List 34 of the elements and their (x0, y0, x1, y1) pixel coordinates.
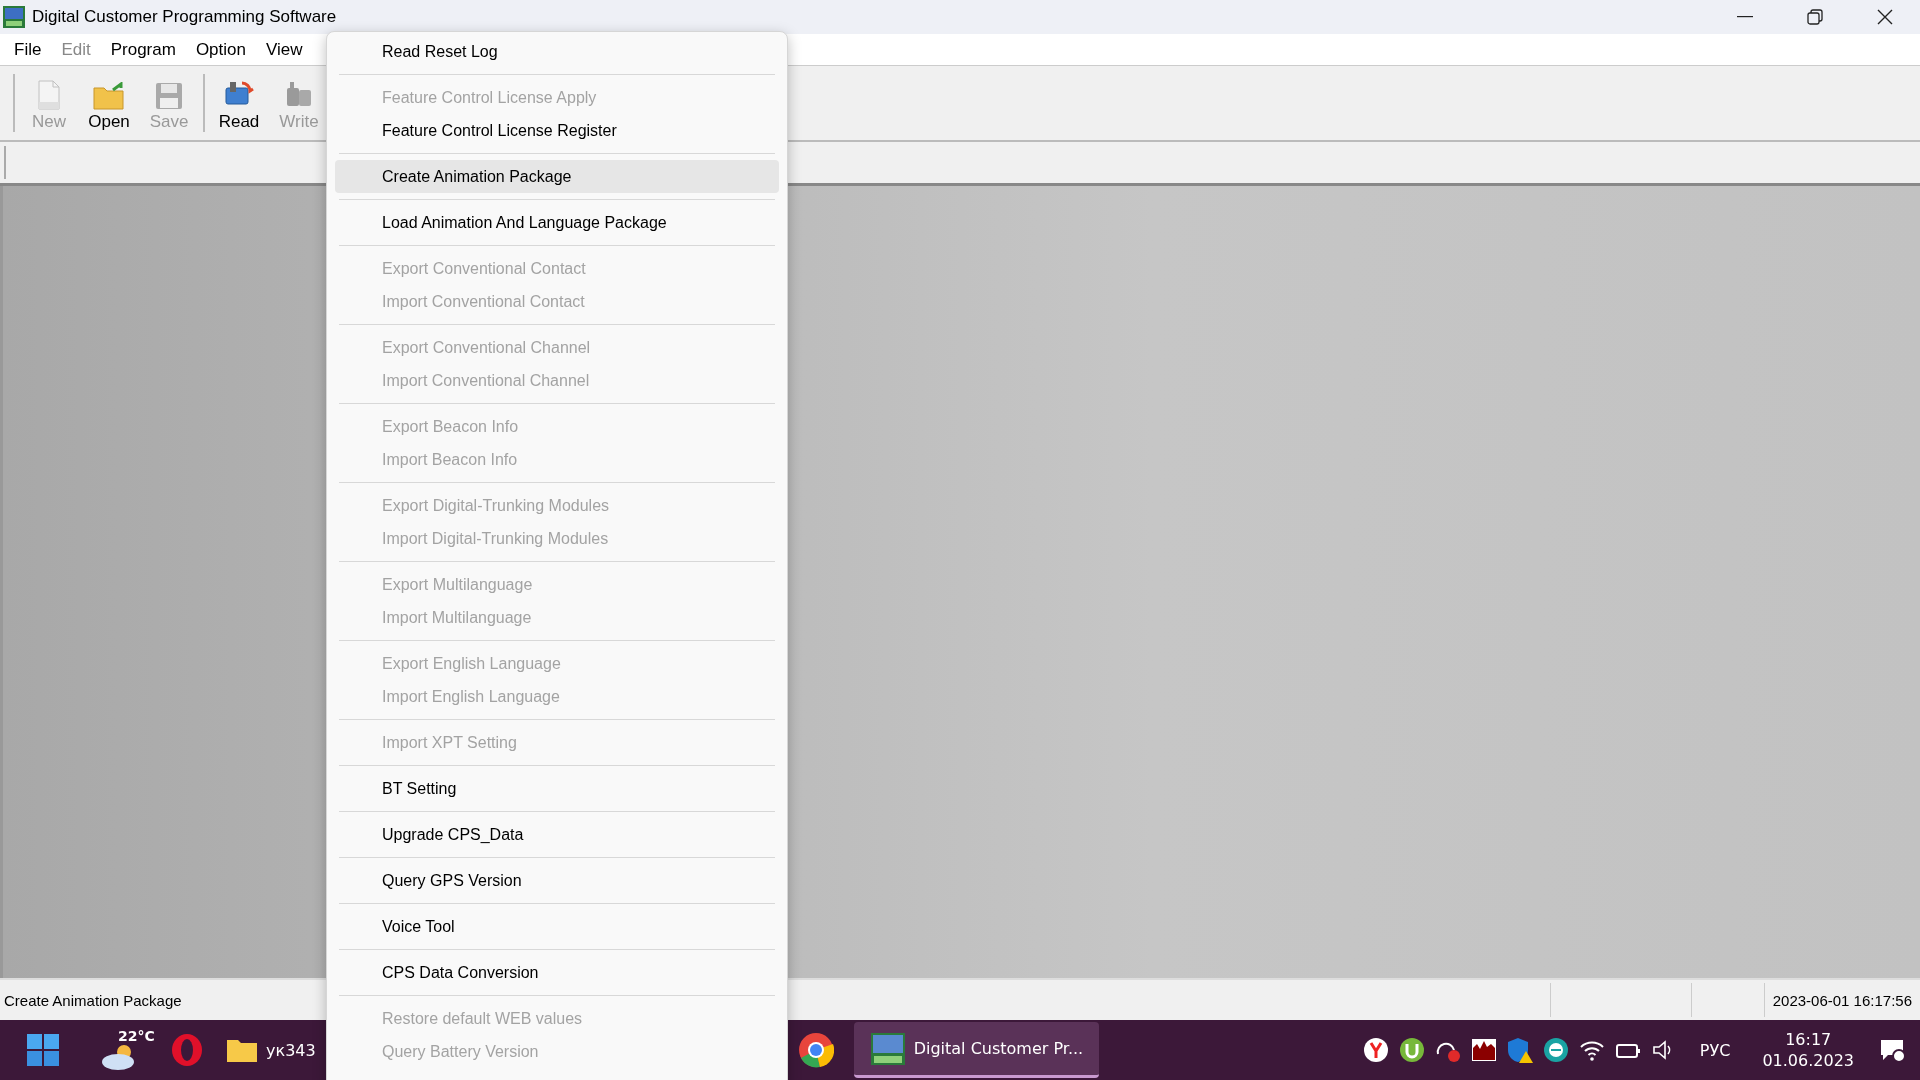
app-taskbar-button[interactable]: Digital Customer Pr... (853, 1022, 1100, 1078)
menu-item[interactable]: Read Reset Log (335, 35, 779, 68)
toolbar-button[interactable]: Open (81, 74, 137, 132)
menu-bar-item[interactable]: File (4, 36, 52, 63)
chart-icon[interactable] (1469, 1036, 1498, 1064)
menu-item[interactable]: CPS Data Conversion (335, 956, 779, 989)
menu-bar-item[interactable]: Program (100, 36, 186, 63)
clock[interactable]: 16:17 01.06.2023 (1752, 1030, 1864, 1070)
app-icon (869, 1031, 906, 1066)
menu-item[interactable]: Load Animation And Language Package (335, 206, 779, 239)
document-icon (36, 80, 62, 110)
folder-icon (226, 1037, 258, 1063)
menu-bar-item[interactable]: Option (185, 36, 256, 63)
window-title: Digital Customer Programming Software (32, 7, 337, 27)
restore-icon (1807, 9, 1823, 25)
shield-warning-icon[interactable] (1505, 1036, 1534, 1064)
menu-item[interactable]: Voice Tool (335, 910, 779, 943)
folder-taskbar-button[interactable]: ук343 (214, 1022, 326, 1078)
status-datetime: 2023-06-01 16:17:56 (1763, 983, 1920, 1017)
toolbar-button[interactable]: Read (211, 74, 267, 132)
menu-item[interactable]: Query GPS Version (335, 864, 779, 897)
menu-bar-item[interactable]: View (256, 36, 313, 63)
close-icon (1877, 9, 1893, 25)
language-indicator[interactable]: РУС (1685, 1040, 1745, 1060)
menu-item[interactable]: Feature Control License Register (335, 114, 779, 147)
folder-icon (93, 82, 125, 110)
status-message: Create Animation Package (3, 991, 183, 1009)
minimize-icon (1737, 16, 1753, 18)
menu-item[interactable]: BT Setting (335, 772, 779, 805)
windows-logo-icon (26, 1033, 60, 1067)
menu-item[interactable]: Create Animation Package (335, 160, 779, 193)
menu-item[interactable]: Upgrade CPS_Data (335, 818, 779, 851)
app-icon (2, 5, 26, 29)
weather-widget[interactable]: 22°C (80, 1022, 160, 1078)
